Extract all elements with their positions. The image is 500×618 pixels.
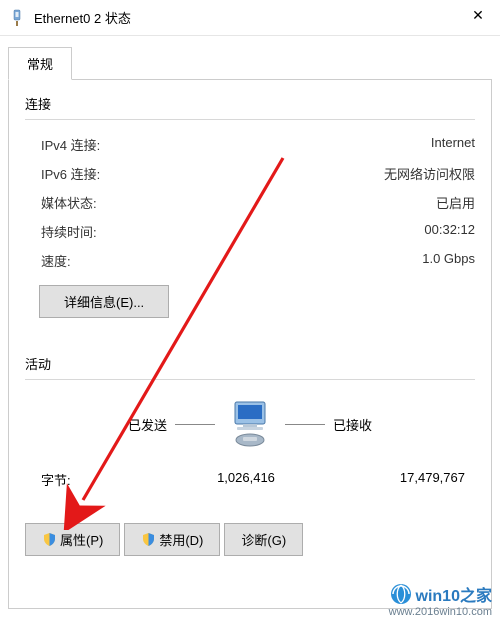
properties-label: 属性(P): [60, 530, 103, 549]
computer-network-icon: [223, 400, 277, 448]
bottom-buttons: 属性(P) 禁用(D) 诊断(G): [25, 523, 475, 556]
disable-button[interactable]: 禁用(D): [124, 523, 220, 556]
duration-value: 00:32:12: [424, 222, 475, 241]
tabstrip: 常规: [0, 36, 500, 79]
network-adapter-icon: [8, 9, 26, 27]
divider: [25, 119, 475, 120]
speed-label: 速度:: [41, 251, 71, 270]
watermark-text-rest: 之家: [460, 588, 492, 605]
shield-icon: [141, 532, 156, 547]
speed-value: 1.0 Gbps: [422, 251, 475, 270]
activity-graphic: 已发送 已接收: [25, 400, 475, 448]
row-media: 媒体状态: 已启用: [25, 188, 475, 217]
dash-left: [175, 424, 215, 425]
activity-section-title: 活动: [25, 354, 475, 373]
duration-label: 持续时间:: [41, 222, 97, 241]
watermark-text-bold: win10: [416, 588, 460, 605]
row-ipv6: IPv6 连接: 无网络访问权限: [25, 159, 475, 188]
close-button[interactable]: ✕: [456, 0, 500, 30]
watermark: win10之家 www.2016win10.com: [389, 582, 492, 618]
window-title: Ethernet0 2 状态: [34, 8, 492, 27]
divider: [25, 379, 475, 380]
disable-label: 禁用(D): [159, 530, 203, 549]
connection-section-title: 连接: [25, 94, 475, 113]
tab-general[interactable]: 常规: [8, 47, 72, 80]
diagnose-label: 诊断(G): [241, 530, 286, 549]
bytes-sent-value: 1,026,416: [181, 470, 311, 489]
activity-section: 活动 已发送 已接收 字节: 1,026,416 17,479,767: [25, 354, 475, 556]
received-label: 已接收: [333, 415, 372, 434]
diagnose-button[interactable]: 诊断(G): [224, 523, 303, 556]
details-button[interactable]: 详细信息(E)...: [39, 285, 169, 318]
dash-right: [285, 424, 325, 425]
bytes-label: 字节:: [41, 470, 181, 489]
ipv6-label: IPv6 连接:: [41, 164, 100, 183]
row-ipv4: IPv4 连接: Internet: [25, 130, 475, 159]
row-duration: 持续时间: 00:32:12: [25, 217, 475, 246]
titlebar: Ethernet0 2 状态 ✕: [0, 0, 500, 36]
ipv6-value: 无网络访问权限: [384, 164, 475, 183]
ipv4-value: Internet: [431, 135, 475, 154]
media-label: 媒体状态:: [41, 193, 97, 212]
shield-icon: [42, 532, 57, 547]
row-speed: 速度: 1.0 Gbps: [25, 246, 475, 275]
sent-label: 已发送: [128, 415, 167, 434]
properties-button[interactable]: 属性(P): [25, 523, 120, 556]
bytes-row: 字节: 1,026,416 17,479,767: [25, 464, 475, 495]
ipv4-label: IPv4 连接:: [41, 135, 100, 154]
watermark-url: www.2016win10.com: [389, 606, 492, 618]
watermark-globe-icon: [390, 583, 412, 605]
media-value: 已启用: [436, 193, 475, 212]
tab-body: 连接 IPv4 连接: Internet IPv6 连接: 无网络访问权限 媒体…: [8, 79, 492, 609]
bytes-received-value: 17,479,767: [311, 470, 475, 489]
